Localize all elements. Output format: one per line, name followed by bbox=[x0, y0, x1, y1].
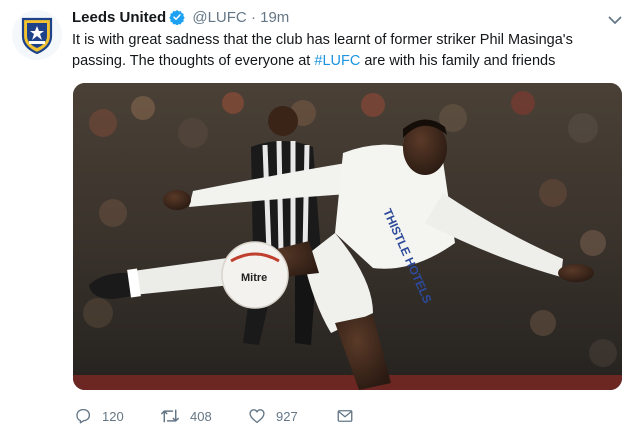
chevron-down-icon bbox=[608, 16, 622, 24]
more-options-button[interactable] bbox=[608, 12, 622, 30]
like-count: 927 bbox=[276, 408, 298, 424]
direct-message-button[interactable] bbox=[336, 405, 354, 427]
verified-badge-icon bbox=[169, 9, 185, 31]
retweet-icon bbox=[161, 409, 179, 423]
account-handle[interactable]: @LUFC bbox=[192, 9, 246, 26]
retweet-button[interactable]: 408 bbox=[160, 405, 212, 427]
account-name[interactable]: Leeds United bbox=[72, 9, 166, 26]
hashtag-link[interactable]: #LUFC bbox=[314, 53, 360, 69]
separator-dot: · bbox=[250, 9, 256, 26]
like-button[interactable]: 927 bbox=[248, 405, 298, 427]
timestamp[interactable]: 19m bbox=[260, 9, 289, 26]
envelope-icon bbox=[337, 410, 353, 422]
retweet-count: 408 bbox=[190, 408, 212, 424]
leeds-united-crest-icon bbox=[21, 17, 53, 54]
tweet-text: It is with great sadness that the club h… bbox=[72, 30, 617, 72]
reply-count: 120 bbox=[102, 408, 124, 424]
ball-brand-text: Mitre bbox=[241, 272, 267, 284]
reply-button[interactable]: 120 bbox=[74, 405, 124, 427]
tweet-header: Leeds United @LUFC · 19m bbox=[72, 8, 604, 28]
tweet-text-ending: are with his family and friends bbox=[360, 53, 556, 69]
reply-icon bbox=[76, 408, 91, 424]
tweet-media-photo[interactable]: THISTLE HOTELS Mitre bbox=[73, 83, 622, 390]
heart-icon bbox=[249, 409, 265, 424]
avatar[interactable] bbox=[12, 10, 62, 60]
